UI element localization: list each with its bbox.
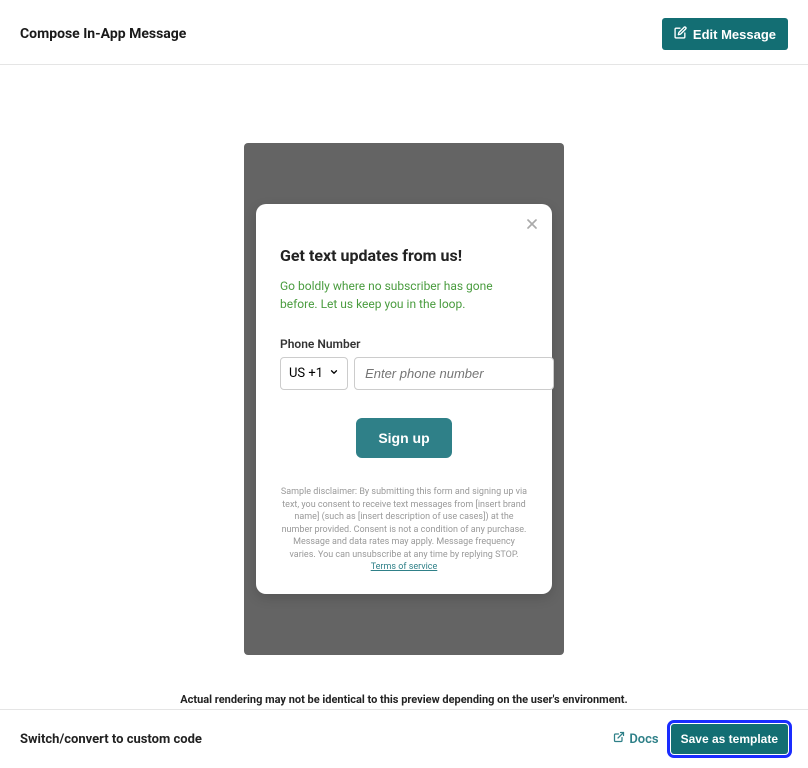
footer-actions: Docs Save as template xyxy=(613,724,788,754)
external-link-icon xyxy=(613,731,625,747)
modal-subtitle: Go boldly where no subscriber has gone b… xyxy=(280,277,528,313)
page-title: Compose In-App Message xyxy=(20,26,186,42)
country-code-select[interactable]: US +1 xyxy=(280,357,348,390)
phone-input[interactable] xyxy=(354,357,554,390)
disclaimer-text: Sample disclaimer: By submitting this fo… xyxy=(280,486,528,574)
in-app-modal: Get text updates from us! Go boldly wher… xyxy=(256,204,552,594)
save-as-template-button[interactable]: Save as template xyxy=(671,724,788,754)
edit-button-label: Edit Message xyxy=(693,27,776,42)
close-icon[interactable] xyxy=(522,214,542,234)
preview-area: Get text updates from us! Go boldly wher… xyxy=(0,65,808,709)
docs-label: Docs xyxy=(629,732,658,747)
disclaimer-body: Sample disclaimer: By submitting this fo… xyxy=(281,487,527,560)
edit-icon xyxy=(674,26,687,42)
terms-link[interactable]: Terms of service xyxy=(371,562,438,572)
docs-link[interactable]: Docs xyxy=(613,731,658,747)
chevron-down-icon xyxy=(329,366,339,381)
page-header: Compose In-App Message Edit Message xyxy=(0,0,808,65)
switch-custom-code-label[interactable]: Switch/convert to custom code xyxy=(20,732,202,747)
device-frame: Get text updates from us! Go boldly wher… xyxy=(244,143,564,655)
page-footer: Switch/convert to custom code Docs Save … xyxy=(0,709,808,768)
country-code-value: US +1 xyxy=(289,366,323,381)
signup-button[interactable]: Sign up xyxy=(356,418,451,458)
phone-label: Phone Number xyxy=(280,337,528,351)
render-note: Actual rendering may not be identical to… xyxy=(180,693,627,706)
edit-message-button[interactable]: Edit Message xyxy=(662,18,788,50)
modal-title: Get text updates from us! xyxy=(280,246,528,265)
phone-row: US +1 xyxy=(280,357,528,390)
